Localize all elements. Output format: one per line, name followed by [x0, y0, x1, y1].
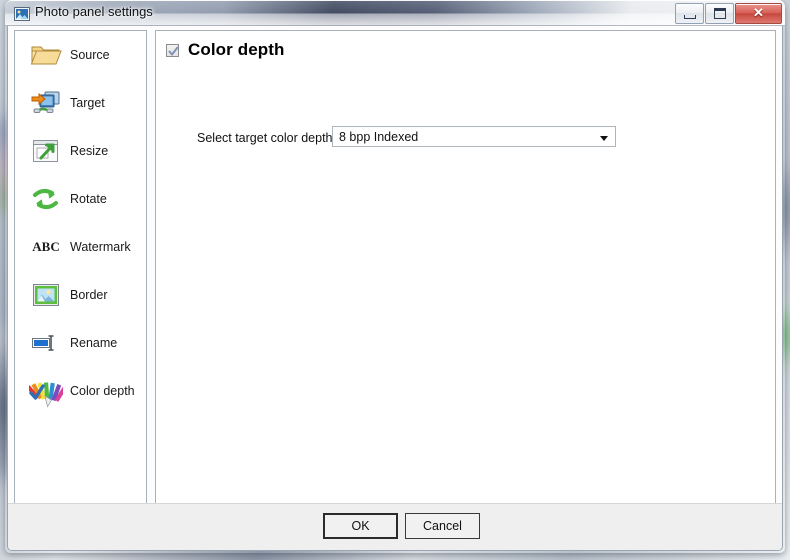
sidebar-item-label: Target — [70, 96, 105, 110]
rename-textfield-icon — [29, 326, 63, 360]
sidebar-item-label: Color depth — [70, 384, 135, 398]
restore-icon — [714, 8, 726, 19]
minimize-icon — [684, 15, 696, 19]
svg-text:ABC: ABC — [32, 239, 59, 254]
window-title: Photo panel settings — [35, 4, 153, 19]
rotate-arrows-icon — [29, 182, 63, 216]
settings-content-pane: Color depth Select target color depth 8 … — [155, 30, 776, 506]
color-depth-selected-value: 8 bpp Indexed — [339, 130, 419, 144]
close-button[interactable]: ✕ — [735, 3, 782, 24]
folder-icon — [29, 38, 63, 72]
settings-sidebar: Source Target Resize Rotate ABC Watermar… — [14, 30, 147, 506]
sidebar-item-label: Border — [70, 288, 108, 302]
page-header: Color depth — [166, 40, 284, 60]
sidebar-item-resize[interactable]: Resize — [15, 127, 146, 175]
dialog-client-area: Source Target Resize Rotate ABC Watermar… — [7, 26, 783, 551]
sidebar-item-label: Rotate — [70, 192, 107, 206]
sidebar-item-watermark[interactable]: ABC Watermark — [15, 223, 146, 271]
sidebar-item-rename[interactable]: Rename — [15, 319, 146, 367]
sidebar-item-source[interactable]: Source — [15, 31, 146, 79]
framed-picture-icon — [29, 278, 63, 312]
dialog-footer: OK Cancel — [8, 503, 782, 550]
sidebar-item-label: Watermark — [70, 240, 131, 254]
close-icon: ✕ — [753, 5, 764, 20]
sidebar-item-rotate[interactable]: Rotate — [15, 175, 146, 223]
ok-button[interactable]: OK — [323, 513, 398, 539]
color-depth-label: Select target color depth — [197, 131, 333, 145]
sidebar-item-label: Rename — [70, 336, 118, 350]
photo-icon — [14, 6, 30, 22]
monitor-transfer-icon — [29, 86, 63, 120]
sidebar-item-label: Source — [70, 48, 110, 62]
resize-window-icon — [29, 134, 63, 168]
minimize-button[interactable] — [675, 3, 704, 24]
sidebar-item-label: Resize — [70, 144, 109, 158]
page-title: Color depth — [188, 40, 285, 59]
window-titlebar[interactable]: Photo panel settings ✕ — [5, 0, 785, 26]
chevron-down-icon — [600, 136, 608, 141]
sidebar-item-color-depth[interactable]: Color depth — [15, 367, 146, 415]
restore-button[interactable] — [705, 3, 734, 24]
cancel-button[interactable]: Cancel — [405, 513, 480, 539]
settings-dialog-window: Photo panel settings ✕ Source Target Res… — [5, 0, 785, 553]
window-controls: ✕ — [675, 3, 782, 24]
sidebar-item-border[interactable]: Border — [15, 271, 146, 319]
color-depth-select[interactable]: 8 bpp Indexed — [332, 126, 616, 147]
enable-color-depth-checkbox[interactable] — [166, 43, 179, 57]
abc-text-icon: ABC — [29, 230, 63, 264]
desktop-background: Photo panel settings ✕ Source Target Res… — [0, 0, 790, 560]
sidebar-item-target[interactable]: Target — [15, 79, 146, 127]
color-fan-check-icon — [26, 374, 67, 408]
